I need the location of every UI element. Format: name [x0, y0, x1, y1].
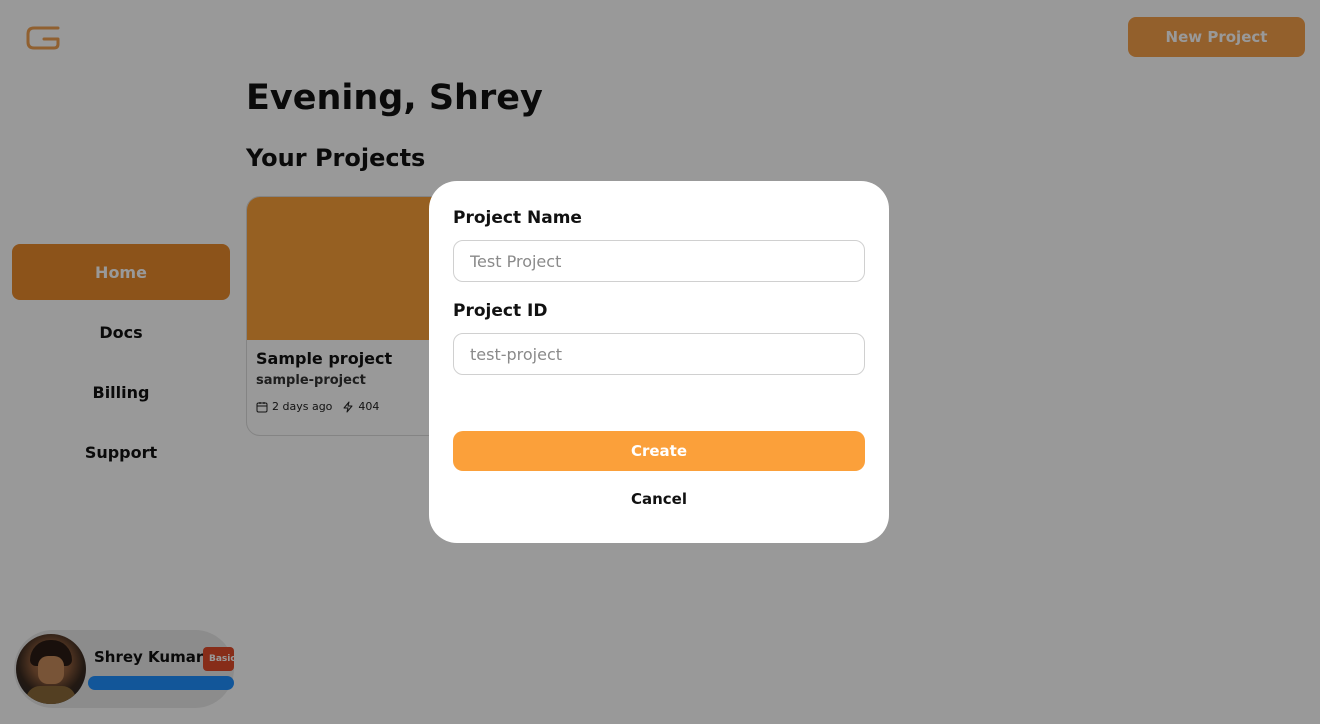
cancel-button[interactable]: Cancel	[453, 485, 865, 513]
create-button[interactable]: Create	[453, 431, 865, 471]
project-id-label: Project ID	[453, 301, 548, 321]
project-name-input[interactable]	[453, 240, 865, 282]
project-id-input[interactable]	[453, 333, 865, 375]
new-project-modal: Project Name Project ID Create Cancel	[429, 181, 889, 543]
project-name-label: Project Name	[453, 208, 582, 228]
